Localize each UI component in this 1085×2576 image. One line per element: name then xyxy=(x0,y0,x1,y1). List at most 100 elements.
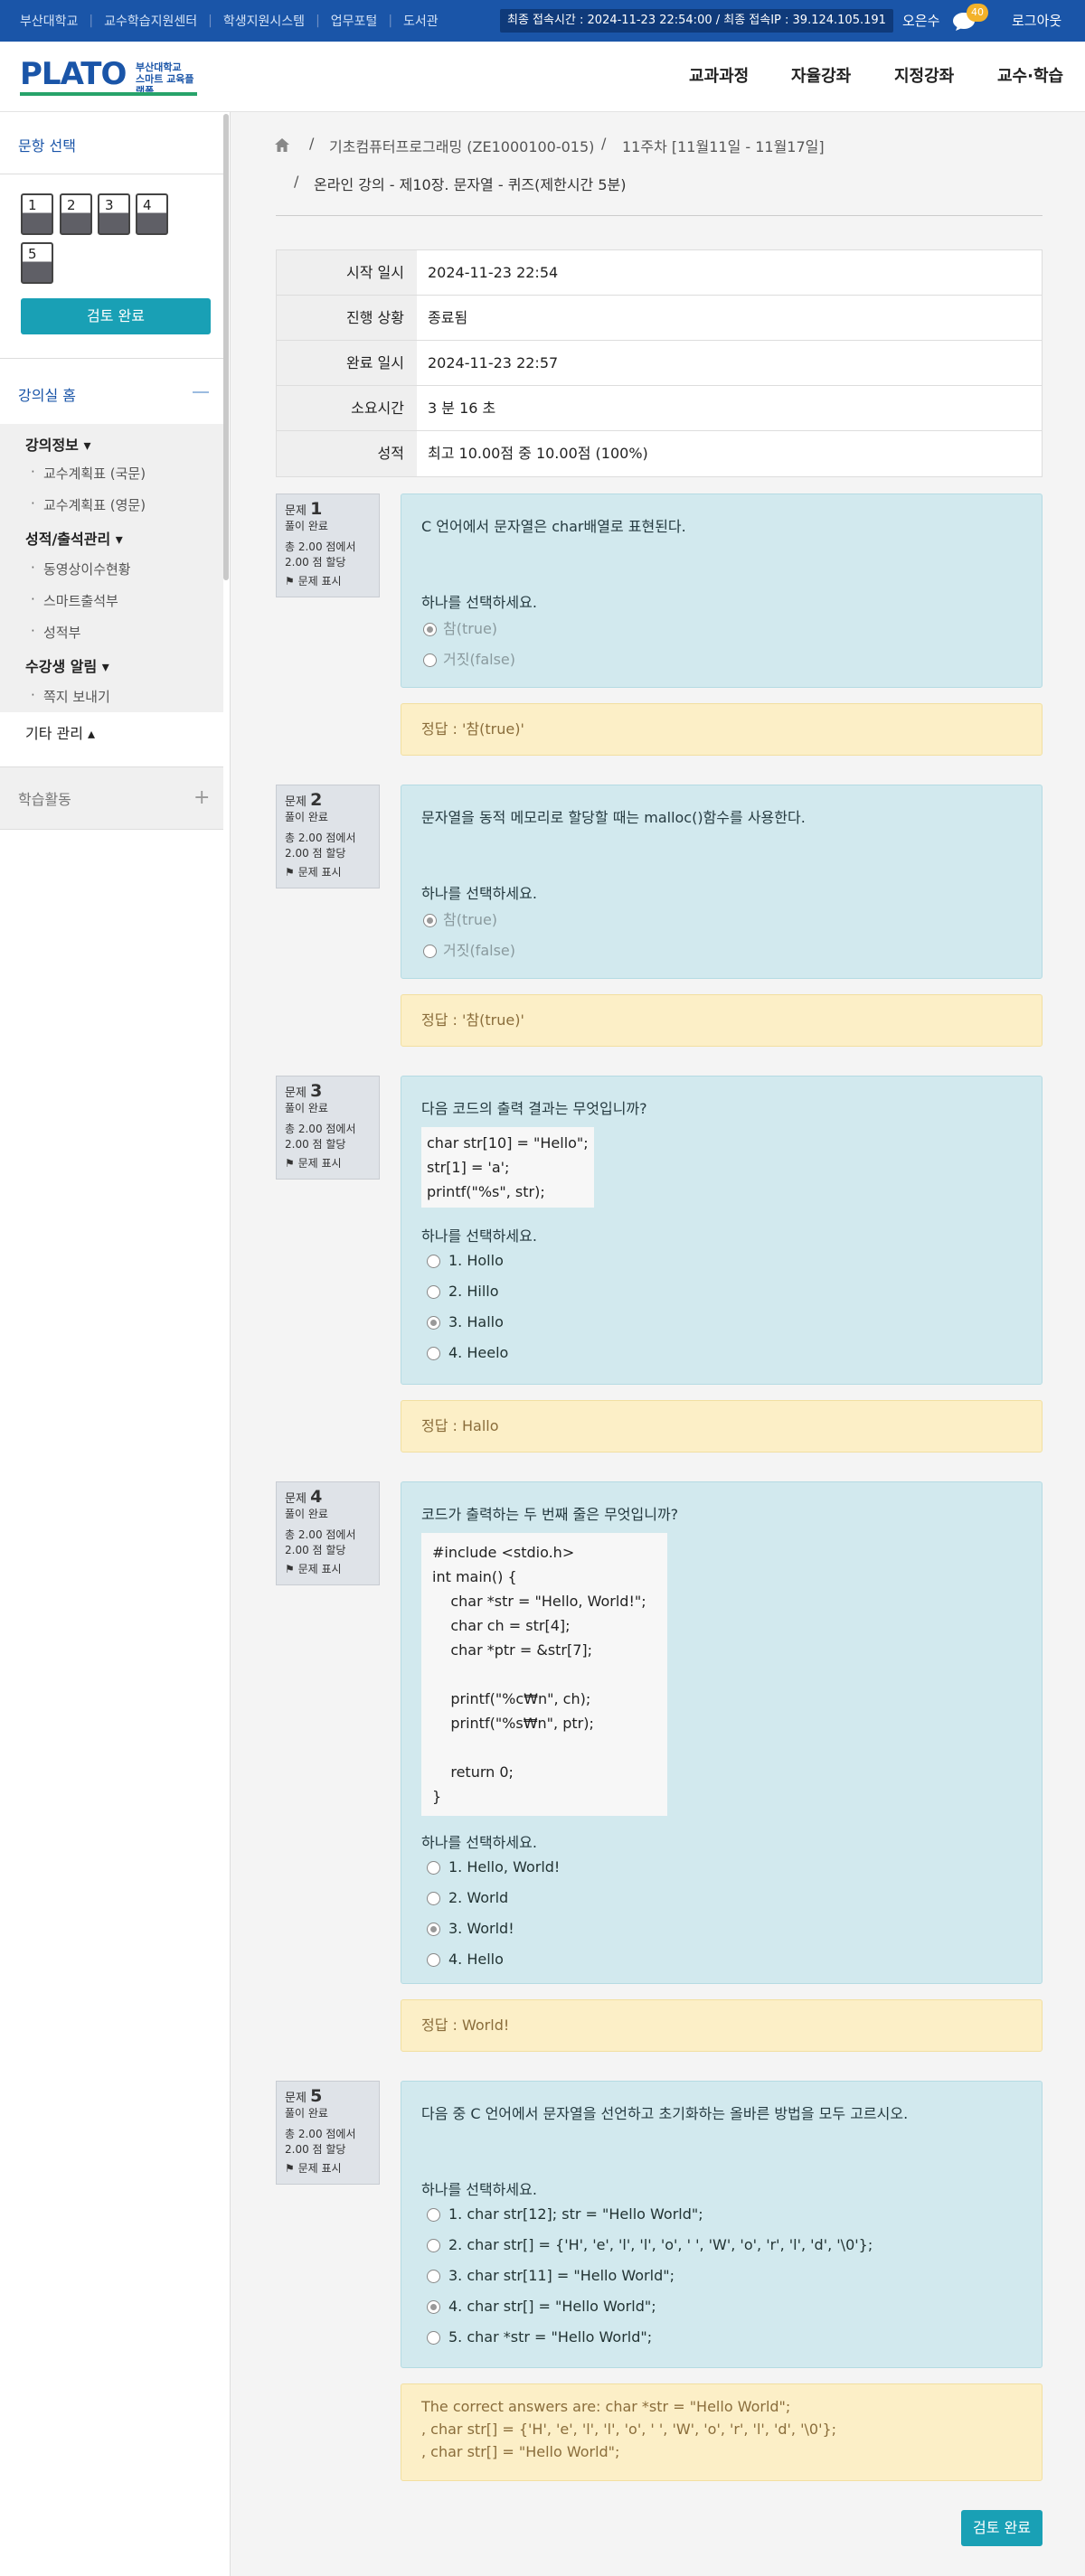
question-score: 총 2.00 점에서 xyxy=(285,1123,356,1135)
breadcrumb-week[interactable]: 11주차 [11월11일 - 11월17일] xyxy=(622,135,825,156)
top-link-library[interactable]: 도서관 xyxy=(403,12,439,30)
answer-option[interactable]: 거짓(false) xyxy=(421,935,1022,966)
flag-question[interactable]: ⚑ 문제 표시 xyxy=(285,1562,371,1577)
radio-button[interactable] xyxy=(427,1861,440,1875)
checkbox-button[interactable] xyxy=(427,2239,440,2252)
question-score: 2.00 점 할당 xyxy=(285,847,346,860)
answer-option[interactable]: 2. char str[] = {'H', 'e', 'l', 'l', 'o'… xyxy=(421,2230,1022,2261)
question-text: 문자열을 동적 메모리로 할당할 때는 malloc()함수를 사용한다. xyxy=(421,809,806,826)
flag-icon: ⚑ xyxy=(285,1563,295,1575)
top-link-student[interactable]: 학생지원시스템 xyxy=(223,12,305,30)
answer-option[interactable]: 4. Hello xyxy=(421,1944,1022,1975)
sidebar-scrollbar[interactable] xyxy=(223,114,229,580)
learning-activities[interactable]: 학습활동 + xyxy=(0,766,223,830)
answer-option[interactable]: 4. char str[] = "Hello World"; xyxy=(421,2291,1022,2322)
summary-row: 성적 최고 10.00점 중 10.00점 (100%) xyxy=(277,431,1042,476)
summary-label: 성적 xyxy=(277,431,417,476)
collapse-icon[interactable] xyxy=(193,391,209,393)
logout-link[interactable]: 로그아웃 xyxy=(1012,0,1061,42)
checkbox-button[interactable] xyxy=(427,2208,440,2222)
menu-group-other[interactable]: 기타 관리 ▴ xyxy=(25,721,95,743)
radio-button[interactable] xyxy=(427,1953,440,1967)
answer-option[interactable]: 1. char str[12]; str = "Hello World"; xyxy=(421,2199,1022,2230)
plato-logo[interactable]: PLATO 부산대학교 스마트 교육플랫폼 xyxy=(20,56,201,98)
flag-icon: ⚑ xyxy=(285,1157,295,1170)
question-info: 문제 3 풀이 완료 총 2.00 점에서 2.00 점 할당 ⚑ 문제 표시 xyxy=(276,1076,380,1180)
radio-button[interactable] xyxy=(423,914,437,927)
divider: | xyxy=(388,14,393,28)
breadcrumb-quiz[interactable]: 온라인 강의 - 제10장. 문자열 - 퀴즈(제한시간 5분) xyxy=(314,173,627,194)
radio-button[interactable] xyxy=(427,1923,440,1936)
radio-button[interactable] xyxy=(423,623,437,636)
answer-option[interactable]: 2. World xyxy=(421,1883,1022,1913)
menu-item-send-message[interactable]: 쪽지 보내기 xyxy=(31,687,110,706)
nav-teaching[interactable]: 교수·학습 xyxy=(997,42,1063,112)
question-status: 풀이 완료 xyxy=(285,1508,328,1520)
answer-option[interactable]: 1. Hollo xyxy=(421,1246,1022,1276)
answer-option[interactable]: 참(true) xyxy=(421,905,1022,935)
radio-button[interactable] xyxy=(427,1892,440,1905)
home-icon[interactable] xyxy=(274,137,290,153)
answer-option[interactable]: 3. char str[11] = "Hello World"; xyxy=(421,2261,1022,2291)
code-block: #include <stdio.h> int main() { char *st… xyxy=(421,1533,667,1816)
menu-group-grades[interactable]: 성적/출석관리 ▾ xyxy=(25,527,123,549)
menu-item-syllabus-kr[interactable]: 교수계획표 (국문) xyxy=(31,464,146,483)
radio-button[interactable] xyxy=(423,945,437,958)
learning-activities-label: 학습활동 xyxy=(18,791,71,808)
question-nav-5[interactable]: 5 xyxy=(21,242,53,284)
summary-value: 2024-11-23 22:54 xyxy=(428,264,559,281)
nav-designated-course[interactable]: 지정강좌 xyxy=(894,42,954,112)
top-link-pnu[interactable]: 부산대학교 xyxy=(20,12,78,30)
flag-label: 문제 표시 xyxy=(297,2162,342,2175)
nav-curriculum[interactable]: 교과과정 xyxy=(689,42,749,112)
option-label: 3. char str[11] = "Hello World"; xyxy=(448,2267,675,2284)
menu-item-smart-attendance[interactable]: 스마트출석부 xyxy=(31,591,118,610)
answer-option[interactable]: 2. Hillo xyxy=(421,1276,1022,1307)
menu-group-course-info[interactable]: 강의정보 ▾ xyxy=(25,433,90,455)
summary-label: 진행 상황 xyxy=(277,296,417,340)
breadcrumb-course[interactable]: 기초컴퓨터프로그래밍 (ZE1000100-015) xyxy=(329,135,594,156)
top-link-ctl[interactable]: 교수학습지원센터 xyxy=(104,12,197,30)
user-name[interactable]: 오은수 xyxy=(902,0,939,42)
menu-item-video-progress[interactable]: 동영상이수현황 xyxy=(31,559,131,578)
radio-button[interactable] xyxy=(427,1347,440,1360)
course-home-link[interactable]: 강의실 홈 xyxy=(18,383,76,405)
expand-icon[interactable]: + xyxy=(193,788,210,808)
option-label: 2. World xyxy=(448,1889,509,1906)
answer-option[interactable]: 거짓(false) xyxy=(421,644,1022,675)
review-complete-button[interactable]: 검토 완료 xyxy=(21,298,211,334)
question-nav-2[interactable]: 2 xyxy=(60,193,92,235)
checkbox-button[interactable] xyxy=(427,2300,440,2314)
question-nav-3[interactable]: 3 xyxy=(98,193,130,235)
flag-question[interactable]: ⚑ 문제 표시 xyxy=(285,2161,371,2176)
answer-option[interactable]: 5. char *str = "Hello World"; xyxy=(421,2322,1022,2353)
answer-option[interactable]: 4. Heelo xyxy=(421,1338,1022,1368)
checkbox-button[interactable] xyxy=(427,2270,440,2283)
sidebar: 문항 선택 1 2 3 4 5 검토 완료 강의실 홈 강의정보 ▾ 교수계획표… xyxy=(0,112,231,2576)
finish-review-button[interactable]: 검토 완료 xyxy=(961,2510,1043,2546)
menu-item-label: 동영상이수현황 xyxy=(43,561,131,578)
answer-option[interactable]: 3. World! xyxy=(421,1913,1022,1944)
flag-question[interactable]: ⚑ 문제 표시 xyxy=(285,1156,371,1171)
radio-button[interactable] xyxy=(427,1316,440,1330)
question-nav-4[interactable]: 4 xyxy=(136,193,168,235)
question-nav-1[interactable]: 1 xyxy=(21,193,53,235)
menu-item-gradebook[interactable]: 성적부 xyxy=(31,623,80,642)
radio-button[interactable] xyxy=(423,653,437,667)
radio-button[interactable] xyxy=(427,1285,440,1299)
answer-option[interactable]: 1. Hello, World! xyxy=(421,1852,1022,1883)
nav-self-course[interactable]: 자율강좌 xyxy=(791,42,851,112)
menu-group-notifications[interactable]: 수강생 알림 ▾ xyxy=(25,654,109,676)
radio-button[interactable] xyxy=(427,1255,440,1268)
question-text: 다음 중 C 언어에서 문자열을 선언하고 초기화하는 올바른 방법을 모두 고… xyxy=(421,2105,909,2122)
divider: | xyxy=(316,14,320,28)
flag-question[interactable]: ⚑ 문제 표시 xyxy=(285,865,371,880)
answer-option[interactable]: 3. Hallo xyxy=(421,1307,1022,1338)
top-link-portal[interactable]: 업무포털 xyxy=(331,12,378,30)
answer-option[interactable]: 참(true) xyxy=(421,614,1022,644)
menu-item-syllabus-en[interactable]: 교수계획표 (영문) xyxy=(31,495,146,514)
breadcrumb-separator: / xyxy=(294,173,299,190)
flag-question[interactable]: ⚑ 문제 표시 xyxy=(285,574,371,589)
question-text: 다음 코드의 출력 결과는 무엇입니까? xyxy=(421,1100,647,1117)
checkbox-button[interactable] xyxy=(427,2331,440,2345)
